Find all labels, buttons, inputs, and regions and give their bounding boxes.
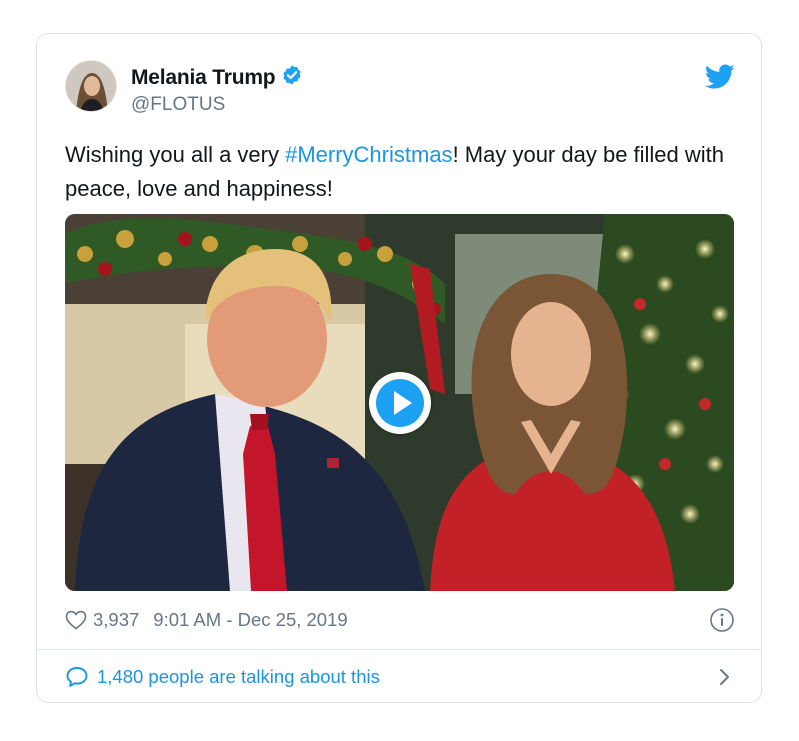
author-name[interactable]: Melania Trump <box>131 66 276 90</box>
tweet-header: Melania Trump @FLOTUS <box>65 60 735 116</box>
heart-icon <box>65 610 87 630</box>
play-icon <box>376 379 424 427</box>
divider <box>37 649 761 650</box>
tweet-text: Wishing you all a very #MerryChristmas! … <box>65 138 735 206</box>
verified-badge-icon <box>281 64 303 91</box>
info-icon[interactable] <box>709 607 735 633</box>
conversation-link[interactable]: 1,480 people are talking about this <box>65 662 735 692</box>
tweet-meta: 3,937 9:01 AM - Dec 25, 2019 <box>65 606 735 634</box>
speech-bubble-icon <box>66 667 88 687</box>
tweet-text-start: Wishing you all a very <box>65 142 286 167</box>
chevron-right-icon[interactable] <box>713 666 735 688</box>
hashtag-link[interactable]: #MerryChristmas <box>285 142 452 167</box>
embedded-tweet-card: Melania Trump @FLOTUS Wishing you all a … <box>36 33 762 703</box>
author-block: Melania Trump @FLOTUS <box>131 64 303 116</box>
like-count: 3,937 <box>93 609 140 630</box>
author-handle[interactable]: @FLOTUS <box>131 94 303 116</box>
timestamp-link[interactable]: 9:01 AM - Dec 25, 2019 <box>153 609 347 631</box>
play-button[interactable] <box>369 372 431 434</box>
avatar[interactable] <box>65 60 117 112</box>
video-player[interactable] <box>65 214 734 591</box>
conversation-text: 1,480 people are talking about this <box>97 666 380 687</box>
twitter-bird-icon[interactable] <box>704 64 735 90</box>
like-button[interactable]: 3,937 <box>65 609 139 631</box>
